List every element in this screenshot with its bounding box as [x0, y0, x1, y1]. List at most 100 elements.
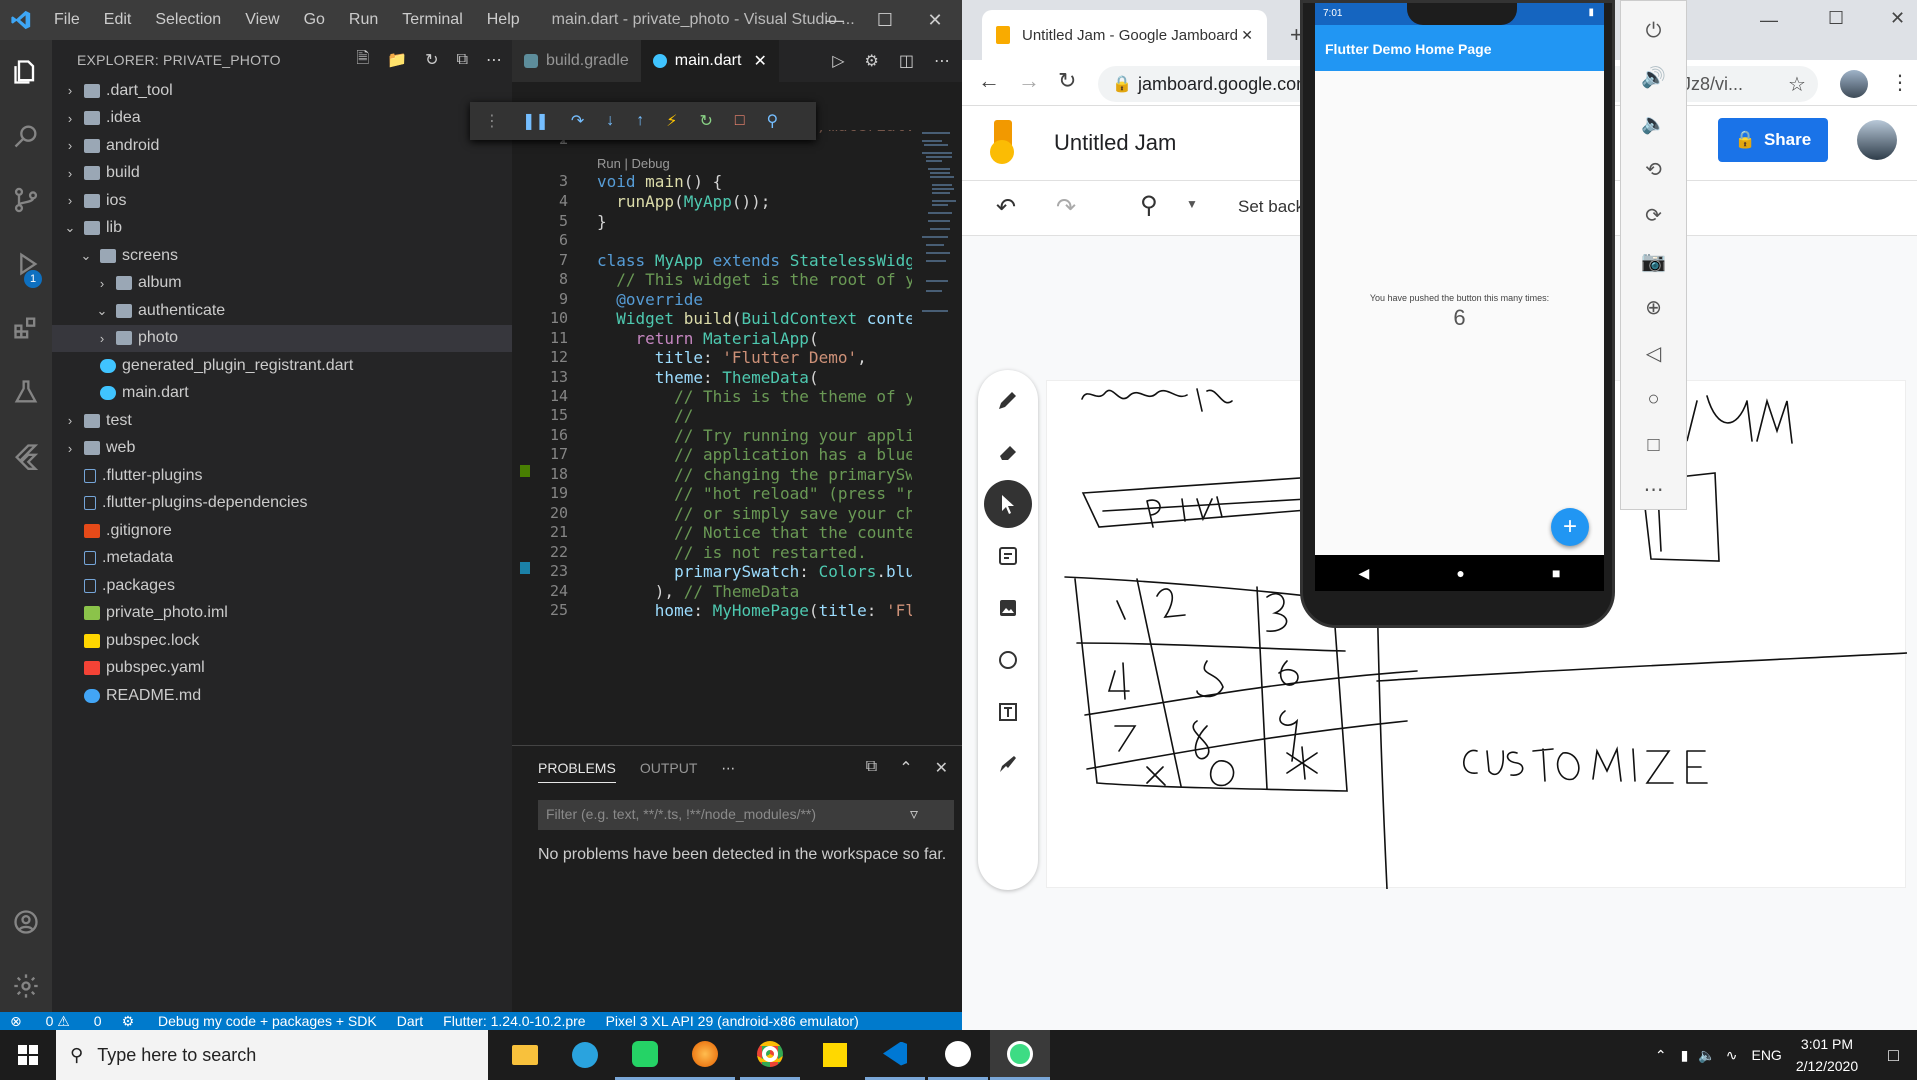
tab-main-dart[interactable]: main.dart ✕: [640, 40, 779, 82]
emulator-screen[interactable]: 7:01 ▮ Flutter Demo Home Page You have p…: [1315, 3, 1604, 591]
back-icon[interactable]: ←: [978, 68, 1000, 94]
restart-icon[interactable]: ↻: [699, 111, 712, 131]
run-debug-icon[interactable]: 1: [0, 232, 52, 296]
zoom-dropdown-icon[interactable]: ▼: [1186, 197, 1198, 211]
undo-icon[interactable]: ↶: [996, 193, 1016, 222]
maximize-button[interactable]: ☐: [1828, 8, 1844, 29]
bookmark-star-icon[interactable]: ☆: [1788, 72, 1806, 97]
tree-item-lib[interactable]: ⌄ lib: [52, 215, 512, 243]
tree-item-screens[interactable]: ⌄ screens: [52, 242, 512, 270]
tree-item-photo[interactable]: › photo: [52, 324, 512, 352]
problems-status[interactable]: ⊗ 0 ⚠ 0: [10, 1013, 102, 1030]
app-icon[interactable]: [928, 1030, 988, 1080]
circle-tool-icon[interactable]: [984, 636, 1032, 684]
code-line[interactable]: title: 'Flutter Demo',: [597, 348, 867, 367]
code-line[interactable]: home: MyHomePage(title: 'Flutter Demo Ho…: [597, 601, 912, 620]
zoom-in-icon[interactable]: ⊕: [1621, 285, 1686, 329]
rotate-right-icon[interactable]: ⟳: [1621, 193, 1686, 237]
code-line[interactable]: runApp(MyApp());: [597, 192, 770, 211]
minimap[interactable]: [912, 130, 962, 745]
share-button[interactable]: 🔒 Share: [1718, 118, 1828, 162]
tree-item-metadata[interactable]: .metadata: [52, 545, 512, 573]
code-line[interactable]: // is not restarted.: [597, 543, 867, 562]
increment-fab[interactable]: +: [1551, 508, 1589, 546]
tree-item-flutter-plugins[interactable]: .flutter-plugins: [52, 462, 512, 490]
language-status[interactable]: Dart: [397, 1013, 423, 1029]
volume-up-icon[interactable]: 🔊: [1621, 55, 1686, 99]
profile-avatar[interactable]: [1840, 70, 1868, 98]
language-indicator[interactable]: ENG: [1751, 1047, 1781, 1063]
nav-home-icon[interactable]: ●: [1456, 565, 1464, 581]
tree-item-test[interactable]: › test: [52, 407, 512, 435]
battery-icon[interactable]: ▮: [1681, 1047, 1689, 1064]
back-button-icon[interactable]: ◁: [1621, 331, 1686, 375]
sticky-note-tool-icon[interactable]: [984, 532, 1032, 580]
code-line[interactable]: // Notice that the counter didn't reset: [597, 523, 912, 542]
code-editor[interactable]: Run | Debug import 'package:flutter/mate…: [597, 130, 912, 745]
wifi-icon[interactable]: ∿: [1726, 1047, 1738, 1064]
whatsapp-icon[interactable]: [615, 1030, 675, 1080]
tab-output[interactable]: OUTPUT: [640, 760, 698, 776]
menu-selection[interactable]: Selection: [143, 11, 233, 29]
code-line[interactable]: // This widget is the root of your appli…: [597, 270, 912, 289]
sticky-notes-icon[interactable]: [805, 1030, 865, 1080]
search-icon[interactable]: [0, 104, 52, 168]
tree-item-dart-tool[interactable]: › .dart_tool: [52, 77, 512, 105]
split-editor-icon[interactable]: ◫: [899, 51, 914, 71]
explorer-icon[interactable]: [0, 40, 52, 104]
volume-icon[interactable]: 🔈: [1698, 1047, 1715, 1064]
laser-tool-icon[interactable]: [984, 740, 1032, 788]
tree-item-pubspec-yaml[interactable]: pubspec.yaml: [52, 655, 512, 683]
source-control-icon[interactable]: [0, 168, 52, 232]
code-line[interactable]: primarySwatch: Colors.blue,: [597, 562, 912, 581]
tree-item-android[interactable]: › android: [52, 132, 512, 160]
android-studio-icon[interactable]: [990, 1030, 1050, 1080]
hot-reload-icon[interactable]: ⚡: [666, 111, 677, 131]
code-line[interactable]: //: [597, 406, 693, 425]
problems-filter-input[interactable]: Filter (e.g. text, **/*.ts, !**/node_mod…: [538, 800, 954, 830]
collapse-all-icon[interactable]: ⧉: [457, 51, 468, 69]
notifications-icon[interactable]: □: [1888, 1045, 1899, 1066]
menu-go[interactable]: Go: [292, 11, 337, 29]
tree-item-album[interactable]: › album: [52, 270, 512, 298]
code-line[interactable]: // "hot reload" (press "r" in the consol…: [597, 484, 912, 503]
code-line[interactable]: theme: ThemeData(: [597, 368, 819, 387]
close-tab-icon[interactable]: ✕: [753, 51, 766, 71]
code-line[interactable]: class MyApp extends StatelessWidget {: [597, 251, 912, 270]
flutter-version-status[interactable]: Flutter: 1.24.0-10.2.pre: [443, 1013, 585, 1029]
reload-icon[interactable]: ↻: [1058, 68, 1076, 94]
panel-close-icon[interactable]: ✕: [935, 758, 948, 778]
menu-file[interactable]: File: [42, 11, 92, 29]
code-line[interactable]: Widget build(BuildContext context) {: [597, 309, 912, 328]
chrome-menu-icon[interactable]: ⋮: [1890, 70, 1910, 95]
rotate-left-icon[interactable]: ⟲: [1621, 147, 1686, 191]
codelens-run-debug[interactable]: Run | Debug: [597, 156, 670, 171]
code-line[interactable]: }: [597, 212, 607, 231]
vscode-taskbar-icon[interactable]: [865, 1030, 925, 1080]
windows-start-icon[interactable]: [0, 1030, 56, 1080]
text-box-tool-icon[interactable]: [984, 688, 1032, 736]
refresh-icon[interactable]: ↻: [425, 50, 438, 70]
overview-button-icon[interactable]: □: [1621, 423, 1686, 467]
debug-config-status[interactable]: ⚙ Debug my code + packages + SDK: [122, 1013, 377, 1030]
taskbar-search-box[interactable]: ⚲ Type here to search: [56, 1030, 488, 1080]
code-line[interactable]: // Try running your application with "fl…: [597, 426, 912, 445]
step-over-icon[interactable]: ↷: [571, 111, 584, 131]
menu-view[interactable]: View: [233, 11, 291, 29]
code-line[interactable]: ), // ThemeData: [597, 582, 800, 601]
tree-item-private-photo-iml[interactable]: private_photo.iml: [52, 600, 512, 628]
step-out-icon[interactable]: ↑: [636, 112, 644, 130]
extensions-icon[interactable]: [0, 296, 52, 360]
more-actions-icon[interactable]: ⋯: [486, 50, 502, 70]
camera-icon[interactable]: 📷: [1621, 239, 1686, 283]
image-tool-icon[interactable]: [984, 584, 1032, 632]
testing-icon[interactable]: [0, 360, 52, 424]
tree-item-packages[interactable]: .packages: [52, 572, 512, 600]
tab-problems[interactable]: PROBLEMS: [538, 760, 616, 783]
pen-tool-icon[interactable]: [984, 376, 1032, 424]
tree-item-main-dart[interactable]: main.dart: [52, 380, 512, 408]
menu-run[interactable]: Run: [337, 11, 390, 29]
nav-back-icon[interactable]: ◀: [1359, 565, 1370, 582]
minimize-button[interactable]: —: [810, 0, 860, 40]
step-into-icon[interactable]: ↓: [606, 112, 614, 130]
